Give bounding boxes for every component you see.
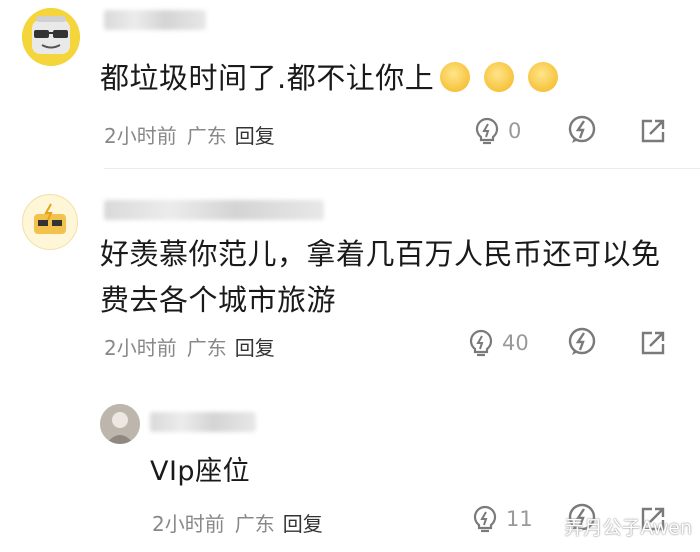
reply-button[interactable]: 回复 xyxy=(283,512,323,536)
like-button[interactable]: 11 xyxy=(470,504,533,534)
comment-meta: 2小时前 广东 回复 xyxy=(152,508,323,537)
timestamp: 2小时前 xyxy=(104,124,177,148)
username[interactable] xyxy=(104,200,324,220)
username[interactable] xyxy=(150,412,256,432)
reply-icon-button[interactable] xyxy=(566,326,598,358)
comment-text-line1: 好羡慕你范儿，拿着几百万人民币还可以免 xyxy=(100,237,661,271)
lightbulb-like-icon xyxy=(475,117,499,145)
comment-text-content: 都垃圾时间了.都不让你上 xyxy=(100,61,435,95)
lightning-bubble-icon xyxy=(568,115,596,143)
reply-button[interactable]: 回复 xyxy=(235,124,275,148)
avatar[interactable] xyxy=(22,8,80,66)
share-button[interactable] xyxy=(640,330,666,356)
lightning-bubble-icon xyxy=(568,327,596,355)
reply-icon-button[interactable] xyxy=(566,114,598,146)
share-button[interactable] xyxy=(640,118,666,144)
like-count: 40 xyxy=(502,331,529,355)
comment-text: VIp座位 xyxy=(150,456,251,487)
comment-meta: 2小时前 广东 回复 xyxy=(104,120,275,149)
lightbulb-like-icon xyxy=(473,505,497,533)
username[interactable] xyxy=(104,10,206,30)
share-arrow-icon xyxy=(641,119,665,143)
like-count: 11 xyxy=(506,507,533,531)
location: 广东 xyxy=(186,124,227,148)
comment-text: 都垃圾时间了.都不让你上 xyxy=(100,56,559,100)
divider xyxy=(104,168,700,169)
location: 广东 xyxy=(234,512,275,536)
comment-meta: 2小时前 广东 回复 xyxy=(104,332,275,361)
comment-item: 好羡慕你范儿，拿着几百万人民币还可以免 费去各个城市旅游 2小时前 广东 回复 40 xyxy=(0,170,700,388)
lightbulb-like-icon xyxy=(469,329,493,357)
like-button[interactable]: 40 xyxy=(466,328,529,358)
share-arrow-icon xyxy=(641,331,665,355)
timestamp: 2小时前 xyxy=(152,512,225,536)
location: 广东 xyxy=(186,336,227,360)
like-count: 0 xyxy=(508,119,522,143)
avatar[interactable] xyxy=(100,404,140,444)
watermark: 弄月公子Awen xyxy=(564,517,693,539)
grinning-face-emoji-icon xyxy=(484,62,515,92)
reply-button[interactable]: 回复 xyxy=(235,336,275,360)
avatar[interactable] xyxy=(22,194,78,250)
lightning-badge-icon xyxy=(34,203,66,234)
grinning-face-emoji-icon xyxy=(440,62,471,92)
comment-item: 都垃圾时间了.都不让你上 2小时前 广东 回复 0 xyxy=(0,0,700,170)
like-button[interactable]: 0 xyxy=(472,116,521,146)
timestamp: 2小时前 xyxy=(104,336,177,360)
sunglasses-face-icon xyxy=(22,8,80,66)
grinning-face-emoji-icon xyxy=(528,62,559,92)
comment-text-line2: 费去各个城市旅游 xyxy=(100,283,337,317)
user-photo-icon xyxy=(100,404,140,444)
